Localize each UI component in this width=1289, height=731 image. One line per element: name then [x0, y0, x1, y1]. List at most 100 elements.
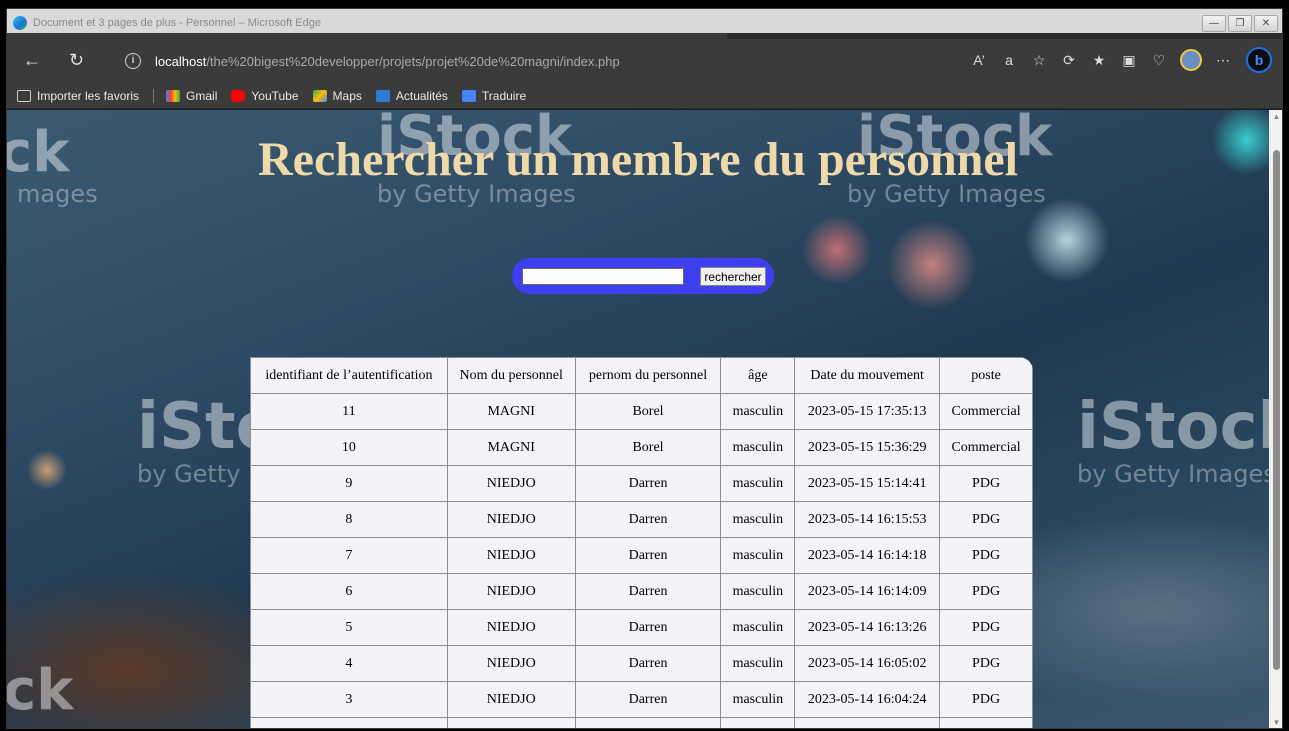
table-cell: 8	[250, 501, 448, 538]
bookmark-label: Gmail	[186, 88, 218, 103]
bookmark-label: Importer les favoris	[37, 88, 140, 103]
extensions-icon[interactable]: ⟳	[1054, 52, 1084, 69]
bookmark-import[interactable]: Importer les favoris	[17, 89, 139, 103]
close-icon[interactable]: ✕	[1254, 15, 1278, 32]
bookmarks-bar: Importer les favoris Gmail YouTube Maps …	[7, 83, 1282, 109]
bookmark-label: Maps	[332, 88, 362, 103]
table-body: 11 MAGNI Borel masculin 2023-05-15 17:35:13 C…	[250, 393, 1033, 728]
search-button[interactable]: rechercher	[700, 267, 766, 286]
table-cell: Darren	[574, 465, 722, 502]
scrollbar-thumb[interactable]	[1273, 150, 1280, 670]
scroll-up-icon[interactable]: ▲	[1269, 110, 1282, 124]
bookmark-gmail[interactable]: Gmail	[166, 89, 217, 103]
table-cell: PDG	[939, 573, 1033, 610]
refresh-icon[interactable]: ↻	[69, 50, 84, 70]
back-icon[interactable]: ←	[23, 50, 41, 70]
restore-icon[interactable]: ❐	[1228, 15, 1252, 32]
toolbar-icons: A’ а ☆ ⟳ ★ ▣ ♡ ⋯ b	[964, 47, 1272, 73]
table-cell: 4	[250, 645, 448, 682]
bookmark-translate[interactable]: Traduire	[461, 89, 526, 103]
table-row: 9 NIEDJO Darren masculin 2023-05-15 15:14:41…	[250, 465, 1033, 502]
table-cell: masculin	[720, 429, 796, 466]
bing-icon[interactable]: b	[1246, 47, 1272, 73]
column-header: Date du mouvement	[794, 357, 941, 394]
watermark-sub: by Getty Images	[1077, 460, 1269, 488]
watermark-brand: ck	[7, 658, 74, 723]
table-cell: 9	[250, 465, 448, 502]
read-aloud-icon[interactable]: A’	[964, 52, 994, 68]
table-cell: masculin	[720, 573, 796, 610]
table-cell: Darren	[574, 645, 722, 682]
table-cell: NIEDJO	[446, 609, 576, 646]
table-cell: 10	[250, 429, 448, 466]
table-cell: PDG	[939, 537, 1033, 574]
collections-icon[interactable]: ▣	[1114, 52, 1144, 69]
table-cell: Commercial	[939, 429, 1033, 466]
news-icon	[375, 89, 390, 102]
table-cell: Darren	[574, 717, 722, 728]
table-cell: PDG	[939, 717, 1033, 728]
table-row: 6 NIEDJO Darren masculin 2023-05-14 16:14:09…	[250, 573, 1033, 610]
table-cell: masculin	[720, 717, 796, 728]
bookmark-maps[interactable]: Maps	[312, 88, 362, 103]
table-row: 4 NIEDJO Darren masculin 2023-05-14 16:05:02…	[250, 645, 1033, 682]
table-cell: 2023-05-14 16:14:18	[794, 537, 941, 574]
translate-page-icon[interactable]: а	[994, 52, 1024, 68]
maps-icon	[312, 89, 327, 102]
browser-essentials-icon[interactable]: ♡	[1144, 52, 1174, 69]
bookmark-news[interactable]: Actualités	[375, 89, 448, 103]
address-bar-row: ← ↻ i localhost/the%20bigest%20developpe…	[7, 39, 1282, 83]
scroll-down-icon[interactable]: ▼	[1269, 716, 1282, 728]
browser-window: Document et 3 pages de plus - Personnel …	[6, 8, 1283, 729]
table-cell: NIEDJO	[446, 573, 576, 610]
profile-avatar[interactable]	[1180, 49, 1202, 71]
column-header: identifiant de l’autentification	[250, 357, 448, 394]
table-cell: Commercial	[939, 393, 1033, 430]
minimize-icon[interactable]: —	[1202, 15, 1226, 32]
table-header-row: identifiant de l’autentification Nom du …	[250, 357, 1033, 394]
search-form: rechercher	[512, 258, 774, 294]
table-cell: NIEDJO	[446, 681, 576, 718]
url-host: localhost	[155, 54, 207, 69]
table-cell: masculin	[720, 645, 796, 682]
title-bar: Document et 3 pages de plus - Personnel …	[7, 9, 1282, 39]
table-cell: MAGNI	[446, 429, 576, 466]
table-cell: 2023-05-14 16:13:26	[794, 609, 941, 646]
bookmark-label: YouTube	[251, 88, 299, 103]
search-input[interactable]	[522, 268, 684, 285]
table-cell: NIEDJO	[446, 645, 576, 682]
edge-logo-icon	[13, 16, 27, 30]
table-cell: Borel	[574, 393, 722, 430]
page-content: ck iStock iStock iSto iStock ck mages by…	[7, 110, 1269, 728]
table-row: 7 NIEDJO Darren masculin 2023-05-14 16:14:18…	[250, 537, 1033, 574]
column-header: pernom du personnel	[574, 357, 722, 394]
table-cell: masculin	[720, 501, 796, 538]
favorites-icon[interactable]: ★	[1084, 52, 1114, 69]
table-row: 5 NIEDJO Darren masculin 2023-05-14 16:13:26…	[250, 609, 1033, 646]
column-header: poste	[939, 357, 1033, 394]
more-icon[interactable]: ⋯	[1208, 52, 1238, 69]
column-header: âge	[720, 357, 796, 394]
table-row: 10 MAGNI Borel masculin 2023-05-15 15:36:29 C…	[250, 429, 1033, 466]
table-cell: Darren	[574, 609, 722, 646]
table-row: 11 MAGNI Borel masculin 2023-05-15 17:35:13 C…	[250, 393, 1033, 430]
address-bar[interactable]: i localhost/the%20bigest%20developper/pr…	[117, 49, 672, 75]
page-title: Rechercher un membre du personnel	[258, 133, 1018, 186]
table-cell: 2023-05-14 16:04:24	[794, 681, 941, 718]
table-cell: 2023-05-14 16:05:02	[794, 645, 941, 682]
table-cell: 2023-05-14 16:15:53	[794, 501, 941, 538]
column-header: Nom du personnel	[446, 357, 576, 394]
table-cell: PDG	[939, 609, 1033, 646]
gmail-icon	[166, 89, 181, 102]
info-icon[interactable]: i	[125, 53, 141, 69]
youtube-icon	[231, 89, 246, 102]
add-favorite-icon[interactable]: ☆	[1024, 52, 1054, 69]
table-cell: Darren	[574, 501, 722, 538]
watermark-sub: by Getty	[137, 460, 241, 488]
table-cell: 2023-05-15 15:36:29	[794, 429, 941, 466]
page-scrollbar[interactable]: ▲ ▼	[1269, 110, 1282, 728]
bookmark-youtube[interactable]: YouTube	[231, 88, 299, 103]
url-path: /the%20bigest%20developper/projets/proje…	[206, 54, 620, 69]
table-row: 2NIEDJODarrenmasculin2023-05-14 16:04:03…	[250, 717, 1033, 728]
table-cell: PDG	[939, 645, 1033, 682]
